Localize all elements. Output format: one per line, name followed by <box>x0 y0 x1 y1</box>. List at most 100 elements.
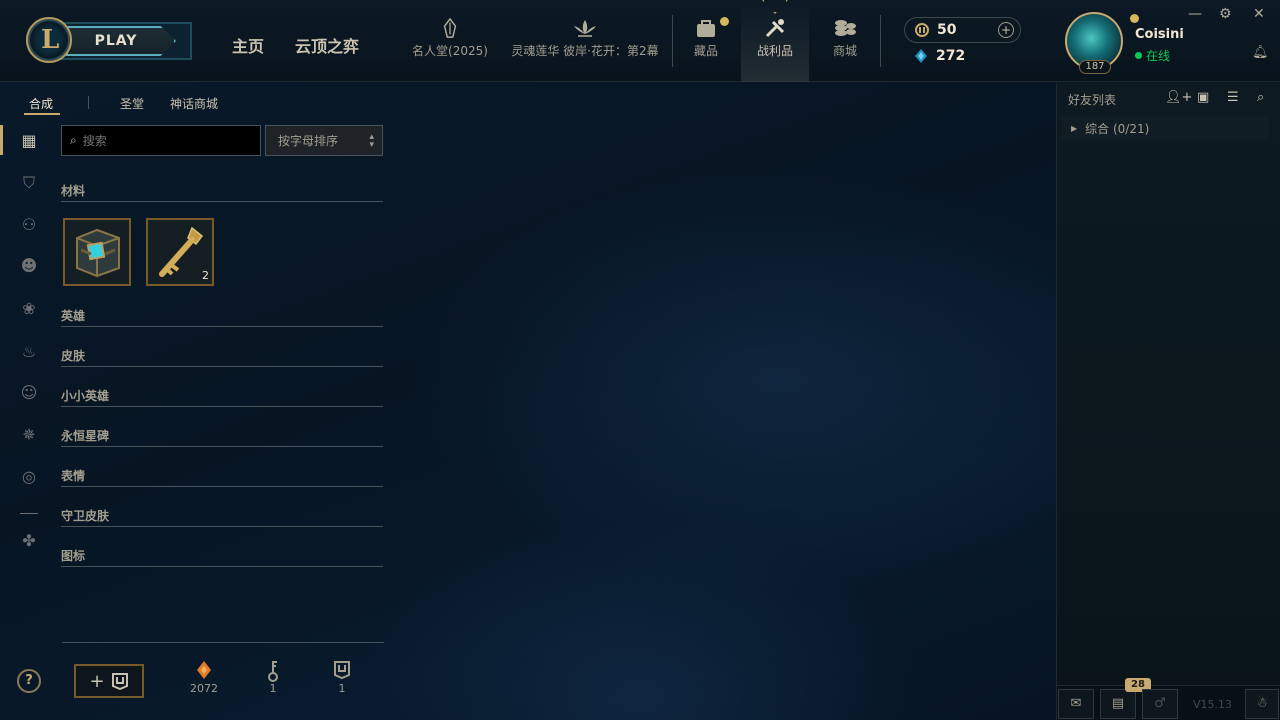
nav-tft[interactable]: 云顶之弈 <box>295 33 359 57</box>
chest-filter-icon[interactable]: ⛉ <box>18 172 40 194</box>
store-icon <box>835 20 856 36</box>
status-dot-icon <box>1135 52 1142 59</box>
help-button[interactable]: ? <box>17 669 41 693</box>
little-legend-filter-icon[interactable]: ❀ <box>18 298 40 320</box>
sort-label: 按字母排序 <box>278 134 339 148</box>
add-folder-icon[interactable]: ▣ <box>1197 90 1209 105</box>
social-panel: 好友列表 👤︎+ ▣ ☰ ⌕ ▶ 综合 (0/21) ✉ ▤ 28 ♂ V15.… <box>1056 83 1280 720</box>
champion-filter-icon[interactable]: ⚇ <box>18 214 40 236</box>
category-champions[interactable]: 英雄 <box>61 307 383 327</box>
rp-value: 50 <box>937 22 957 38</box>
expand-arrow-icon: ▶ <box>1071 123 1078 133</box>
emote-filter-icon[interactable]: ☺ <box>18 382 40 404</box>
misc-filter-icon[interactable]: ✤ <box>18 530 40 552</box>
loot-item-hextech-key[interactable]: 2 <box>146 218 214 286</box>
settings-gear-icon[interactable]: ⚙ <box>1219 6 1232 22</box>
key-fragment-stat: 1 <box>253 660 293 695</box>
collection-notification-dot <box>720 17 729 26</box>
orange-essence-value: 2072 <box>190 682 218 695</box>
top-navigation-bar: L PLAY 主页 云顶之弈 名人堂(2025) 灵魂莲华 彼岸·花开：第2幕 … <box>0 0 1280 82</box>
skin-filter-icon[interactable]: ☻ <box>18 255 40 277</box>
sort-chevron-icon: ▴ ▾ <box>369 131 374 150</box>
plus-icon: + <box>89 670 105 692</box>
hall-of-legends-icon <box>443 18 457 38</box>
craft-keys-button[interactable]: + <box>74 664 144 698</box>
nav-loot[interactable]: 战利品 <box>751 18 799 59</box>
category-eternals[interactable]: 永恒星碑 <box>61 427 383 447</box>
loot-icon <box>765 19 785 38</box>
rp-icon <box>915 23 929 37</box>
category-little-legends[interactable]: 小小英雄 <box>61 387 383 407</box>
close-icon[interactable]: ✕ <box>1253 6 1265 22</box>
riot-points-wallet[interactable]: 50 + <box>904 17 1021 43</box>
all-items-grid-icon[interactable]: ▦ <box>18 130 40 152</box>
missions-icon[interactable]: ▤ <box>1100 689 1136 719</box>
blue-essence-row: 272 <box>914 48 965 64</box>
category-skins[interactable]: 皮肤 <box>61 347 383 367</box>
tab-sanctum[interactable]: 圣堂 <box>120 95 144 112</box>
tab-craft[interactable]: 合成 <box>29 95 53 112</box>
tab-mythic-shop[interactable]: 神话商城 <box>170 95 218 112</box>
bottom-divider <box>62 642 384 643</box>
nav-lotus-event[interactable]: 灵魂莲华 彼岸·花开：第2幕 <box>509 18 661 59</box>
search-input[interactable] <box>82 133 243 148</box>
play-button-label: PLAY <box>66 26 176 56</box>
profile-avatar[interactable]: 187 <box>1063 10 1127 74</box>
bug-report-icon[interactable]: ☃ <box>1245 689 1279 719</box>
nav-home[interactable]: 主页 <box>232 33 264 57</box>
chest-value: 1 <box>338 682 346 695</box>
username[interactable]: Coisini <box>1135 27 1184 42</box>
key-fragment-value: 1 <box>269 682 277 695</box>
orange-essence-icon <box>184 660 224 682</box>
profile-notification-dot <box>1130 14 1139 23</box>
voice-mic-icon[interactable]: ♂ <box>1142 689 1178 719</box>
add-friend-icon[interactable]: 👤︎+ <box>1165 90 1192 105</box>
friend-group-general[interactable]: ▶ 综合 (0/21) <box>1061 116 1269 140</box>
hextech-chest-icon <box>65 220 129 284</box>
loot-item-hextech-chest[interactable] <box>63 218 131 286</box>
active-subtab-underline <box>24 113 60 115</box>
key-fragment-icon <box>253 660 293 682</box>
nav-divider <box>880 15 881 67</box>
nav-store[interactable]: 商城 <box>825 18 865 59</box>
chest-stat: 1 <box>322 660 362 695</box>
client-version: V15.13 <box>1193 698 1233 711</box>
chest-icon <box>111 673 128 690</box>
collection-icon <box>697 20 715 37</box>
list-view-icon[interactable]: ☰ <box>1227 90 1239 105</box>
buy-rp-button[interactable]: + <box>998 22 1014 38</box>
rp-row: 50 <box>915 22 956 38</box>
nav-hall-of-legends[interactable]: 名人堂(2025) <box>412 18 488 59</box>
eternals-filter-icon[interactable]: ♨ <box>18 341 40 363</box>
search-field[interactable]: ⌕ <box>61 125 261 156</box>
category-ward-skins[interactable]: 守卫皮肤 <box>61 507 383 527</box>
category-icons[interactable]: 图标 <box>61 547 383 567</box>
sidebar-divider <box>20 513 38 514</box>
league-logo[interactable]: L <box>26 17 72 63</box>
blue-essence-icon <box>915 49 927 63</box>
loot-item-count: 2 <box>202 269 209 282</box>
ward-skin-filter-icon[interactable]: ✵ <box>18 424 40 446</box>
online-status[interactable]: 在线 <box>1135 47 1170 64</box>
chat-icon[interactable]: ✉ <box>1058 689 1094 719</box>
orange-essence-stat: 2072 <box>184 660 224 695</box>
minimize-icon[interactable]: — <box>1188 6 1202 22</box>
icon-filter-icon[interactable]: ◎ <box>18 466 40 488</box>
sidebar-active-indicator <box>0 125 3 155</box>
notifications-bell-icon[interactable]: 🔔︎ <box>1252 45 1269 60</box>
blue-essence-value: 272 <box>936 48 966 64</box>
search-icon: ⌕ <box>70 133 77 147</box>
friends-list-title: 好友列表 <box>1068 93 1117 107</box>
nav-divider <box>672 15 673 67</box>
chest-icon <box>322 660 362 682</box>
category-emotes[interactable]: 表情 <box>61 467 383 487</box>
play-button[interactable]: PLAY <box>56 22 192 60</box>
category-materials[interactable]: 材料 <box>61 182 383 202</box>
subtab-divider <box>88 96 89 109</box>
sort-dropdown[interactable]: 按字母排序 ▴ ▾ <box>265 125 383 156</box>
friend-group-label: 综合 (0/21) <box>1085 121 1150 136</box>
search-friends-icon[interactable]: ⌕ <box>1257 90 1264 105</box>
lotus-event-icon <box>574 20 596 37</box>
social-bottom-bar: ✉ ▤ 28 ♂ V15.13 ☃ <box>1057 678 1280 720</box>
league-client: L PLAY 主页 云顶之弈 名人堂(2025) 灵魂莲华 彼岸·花开：第2幕 … <box>0 0 1280 720</box>
